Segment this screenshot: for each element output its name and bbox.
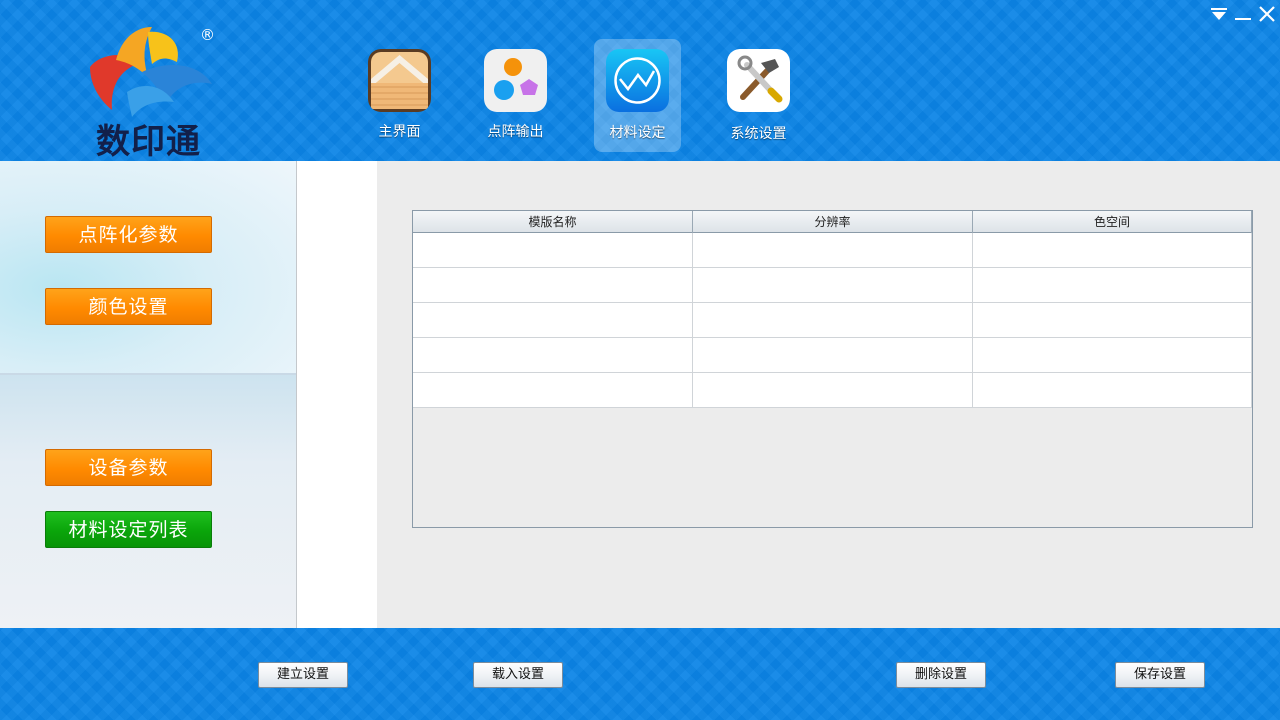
dot-parameters-button[interactable]: 点阵化参数: [45, 216, 212, 253]
dots-icon: [484, 49, 547, 112]
nav-label-dot-output: 点阵输出: [487, 124, 544, 140]
table-header: 模版名称 分辨率 色空间: [413, 211, 1252, 233]
table-cell[interactable]: [413, 338, 693, 372]
column-header-color-space[interactable]: 色空间: [973, 211, 1252, 233]
table-cell[interactable]: [413, 268, 693, 302]
table-row[interactable]: [413, 303, 1252, 338]
nav-label-material-settings: 材料设定: [609, 125, 666, 141]
chart-icon: [606, 49, 669, 112]
tools-icon: [727, 49, 790, 112]
column-header-resolution[interactable]: 分辨率: [693, 211, 973, 233]
nav-item-home[interactable]: 主界面: [356, 39, 443, 152]
app-footer: 建立设置 载入设置 删除设置 保存设置: [0, 628, 1280, 720]
table-cell[interactable]: [693, 338, 973, 372]
table-cell[interactable]: [693, 268, 973, 302]
sidebar-bottom-panel: [0, 375, 296, 628]
table-cell[interactable]: [413, 303, 693, 337]
table-cell[interactable]: [413, 233, 693, 267]
nav-item-material-settings[interactable]: 材料设定: [594, 39, 681, 152]
table-row[interactable]: [413, 338, 1252, 373]
create-settings-button[interactable]: 建立设置: [258, 662, 348, 688]
table-cell[interactable]: [693, 233, 973, 267]
close-icon[interactable]: [1257, 4, 1277, 24]
column-header-template-name[interactable]: 模版名称: [413, 211, 693, 233]
material-settings-table[interactable]: 模版名称 分辨率 色空间: [412, 210, 1253, 528]
minimize-icon[interactable]: [1234, 4, 1252, 24]
table-cell[interactable]: [413, 373, 693, 407]
load-settings-button[interactable]: 载入设置: [473, 662, 563, 688]
nav-item-system-settings[interactable]: 系统设置: [715, 39, 802, 152]
table-cell[interactable]: [973, 268, 1252, 302]
table-cell[interactable]: [973, 338, 1252, 372]
material-settings-list-button[interactable]: 材料设定列表: [45, 511, 212, 548]
table-cell[interactable]: [693, 303, 973, 337]
registered-mark: ®: [200, 26, 215, 44]
table-body: [413, 233, 1252, 408]
content-left-margin: [297, 161, 377, 628]
delete-settings-button[interactable]: 删除设置: [896, 662, 986, 688]
nav-label-system-settings: 系统设置: [730, 126, 787, 142]
table-row[interactable]: [413, 233, 1252, 268]
table-row[interactable]: [413, 373, 1252, 408]
home-icon: [368, 49, 431, 112]
table-row[interactable]: [413, 268, 1252, 303]
table-cell[interactable]: [973, 233, 1252, 267]
save-settings-button[interactable]: 保存设置: [1115, 662, 1205, 688]
table-cell[interactable]: [693, 373, 973, 407]
dropdown-triangle-icon[interactable]: [1210, 4, 1228, 24]
nav-item-dot-output[interactable]: 点阵输出: [472, 39, 559, 152]
device-parameters-button[interactable]: 设备参数: [45, 449, 212, 486]
table-cell[interactable]: [973, 303, 1252, 337]
table-cell[interactable]: [973, 373, 1252, 407]
color-settings-button[interactable]: 颜色设置: [45, 288, 212, 325]
app-header: 数印通 ® 主界面 点阵输出 材料设定 系统设置: [0, 0, 1280, 162]
nav-label-home: 主界面: [378, 124, 421, 140]
sidebar-top-panel: [0, 161, 296, 373]
brand-name: 数印通: [96, 122, 201, 162]
